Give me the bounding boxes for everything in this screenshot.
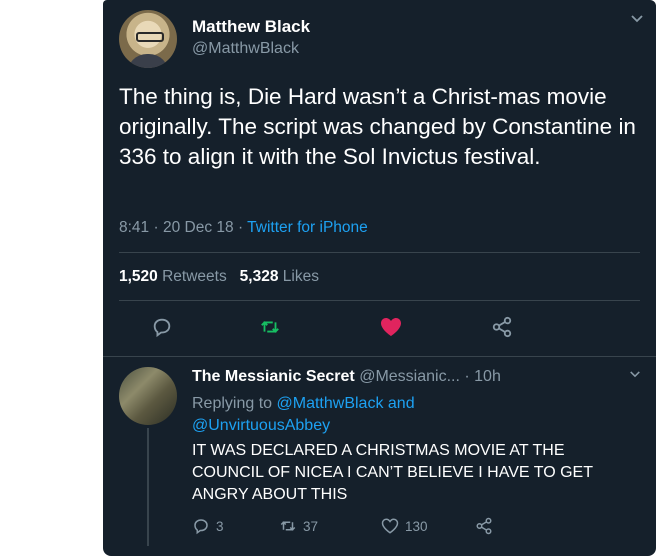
heart-icon[interactable] [379,316,401,338]
likes-label[interactable]: Likes [283,268,319,285]
tweet-meta: 8:41 · 20 Dec 18 · Twitter for iPhone [119,219,368,237]
reply-action-like[interactable]: 130 [381,517,428,535]
retweet-icon [280,521,296,531]
chevron-down-icon[interactable] [629,370,641,379]
reply-action-share[interactable] [475,517,493,535]
reply-icon [194,519,208,535]
replying-prefix: Replying to [192,395,273,412]
like-count: 130 [405,518,428,534]
reply-text: IT WAS DECLARED A CHRISTMAS MOVIE AT THE… [192,442,593,503]
share-icon [476,517,492,535]
tweet-source[interactable]: Twitter for iPhone [247,219,368,236]
reply-count: 3 [216,518,224,534]
meta-separator: · [153,219,159,236]
reply-author-handle[interactable]: @Messianic... [359,368,460,385]
reply-action-reply[interactable]: 3 [192,517,224,535]
avatar[interactable] [119,10,177,68]
heart-icon [381,518,399,534]
retweets-label[interactable]: Retweets [162,268,227,285]
thread-line [147,428,149,546]
author-handle[interactable]: @MatthwBlack [192,40,299,58]
mention-link[interactable]: @MatthwBlack [277,395,384,412]
reply-icon[interactable] [151,316,173,338]
tweet-time[interactable]: 8:41 [119,219,149,236]
reply-age[interactable]: · 10h [464,368,500,385]
avatar-shirt [127,54,169,68]
divider [103,356,656,357]
mention-link[interactable]: @UnvirtuousAbbey [192,417,330,434]
tweet-date[interactable]: 20 Dec 18 [163,219,234,236]
replying-to: Replying to @MatthwBlack and @Unvirtuous… [192,393,622,437]
chevron-down-icon[interactable] [630,14,644,24]
tweet-stats: 1,520 Retweets 5,328 Likes [119,268,319,286]
retweets-count[interactable]: 1,520 [119,268,158,285]
share-icon[interactable] [491,316,513,338]
reply-author-name[interactable]: The Messianic Secret [192,368,355,385]
reply-avatar[interactable] [119,367,177,425]
avatar-glasses [136,32,164,42]
retweet-count: 37 [303,518,319,534]
meta-separator: · [237,219,244,236]
reply-header: The Messianic Secret @Messianic... · 10h [192,368,501,386]
tweet-text: The thing is, Die Hard wasn’t a Christ-m… [119,84,636,169]
divider [119,252,640,253]
and-word: and [387,395,415,412]
tweet-card: Matthew Black @MatthwBlack The thing is,… [103,0,656,556]
divider [119,300,640,301]
author-name[interactable]: Matthew Black [192,17,310,37]
likes-count[interactable]: 5,328 [240,268,279,285]
retweet-icon[interactable] [259,316,281,338]
reply-action-retweet[interactable]: 37 [279,517,318,535]
